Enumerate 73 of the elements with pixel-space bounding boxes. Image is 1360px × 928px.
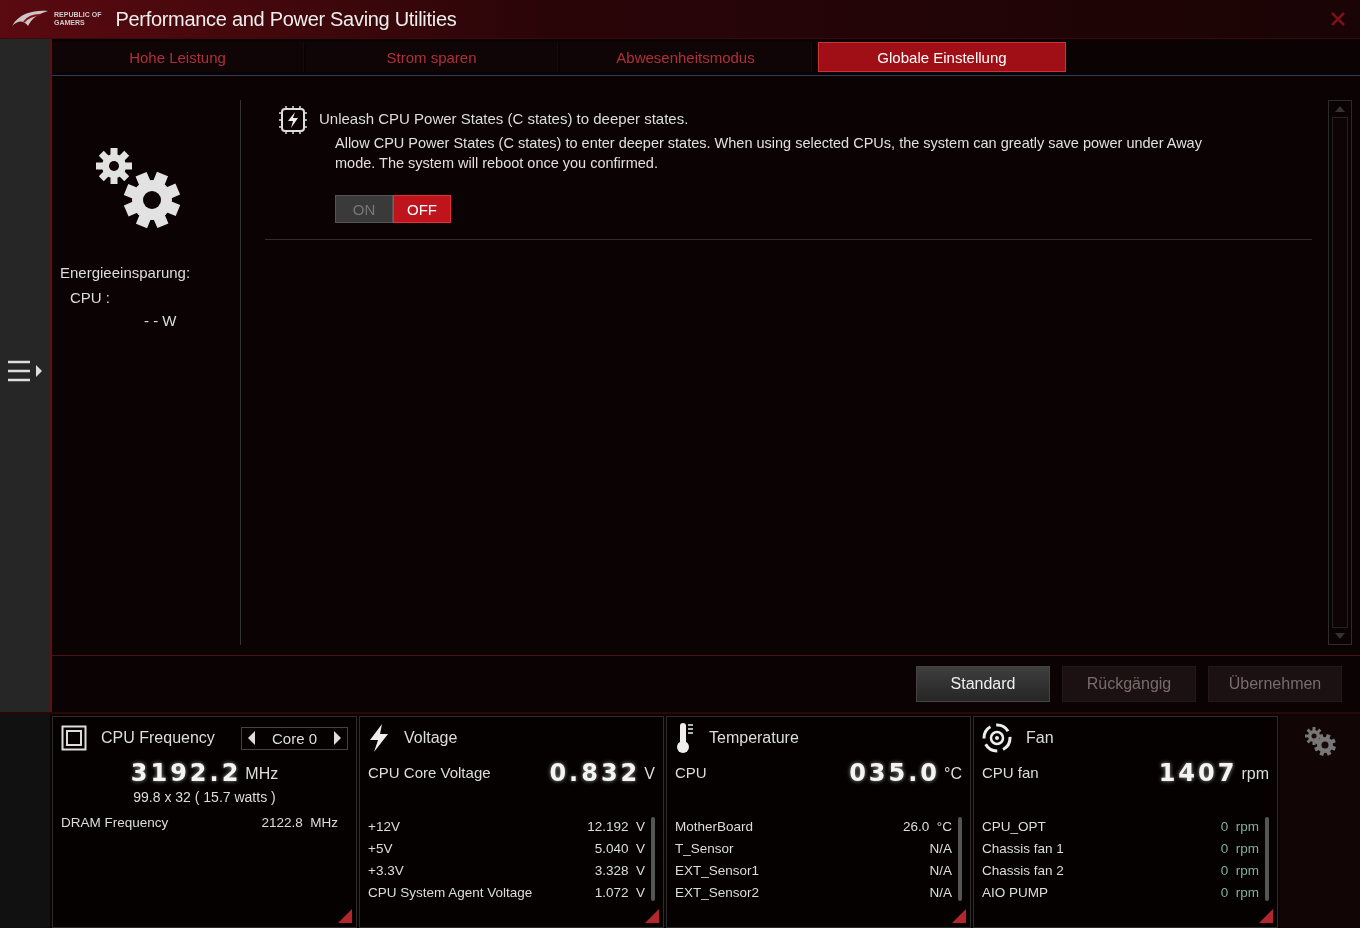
sensor-value: 12.192 V [587,818,645,834]
scrollbar[interactable] [958,817,962,901]
selector-value: Core 0 [271,729,317,747]
expand-corner-icon[interactable] [952,909,966,923]
sensor-value: N/A [929,862,952,878]
sensor-name: Chassis fan 1 [982,840,1064,856]
sensor-value: 1.072 V [594,884,645,900]
tab[interactable]: Hohe Leistung [52,42,304,72]
sensor-name: Chassis fan 2 [982,862,1064,878]
action-button[interactable]: Standard [916,666,1050,702]
expand-corner-icon[interactable] [338,909,352,923]
summary-heading: Energieeinsparung: [60,264,192,281]
reading-unit: rpm [1241,765,1269,783]
sensor-name: CPU_OPT [982,818,1046,834]
sensor-value: N/A [929,840,952,856]
sensor-name: EXT_Sensor2 [675,884,760,900]
sensor-value: 2122.8 MHz [261,814,338,830]
lightning-icon [368,724,390,752]
big-reading: 0.832 [549,759,641,787]
expand-corner-icon[interactable] [1259,909,1273,923]
toggle-option[interactable]: ON [335,195,393,223]
scrollbar[interactable] [651,817,655,901]
previous-arrow-icon[interactable] [247,731,256,745]
sensor-name: EXT_Sensor1 [675,862,760,878]
sensor-name: +3.3V [368,862,404,878]
panel-title: Temperature [709,729,799,747]
big-reading: 035.0 [849,759,941,787]
main-reading-label: CPU fan [982,764,1039,781]
panel-title: CPU Frequency [101,729,215,747]
main-reading-label: CPU Core Voltage [368,764,491,781]
frequency-detail: 99.8 x 32 ( 15.7 watts ) [132,789,277,805]
next-arrow-icon[interactable] [333,731,341,745]
reading-unit: °C [944,765,962,783]
big-reading: 3192.2 [130,759,242,787]
sensor-name: AIO PUMP [982,884,1048,900]
cpu-icon [61,725,87,751]
tab[interactable]: Strom sparen [306,42,558,72]
sensor-name: DRAM Frequency [61,814,169,830]
cpu-label: CPU : [70,289,111,306]
chip-icon [277,104,309,136]
sensor-name: CPU System Agent Voltage [368,884,533,900]
settings-icon[interactable] [1304,726,1336,756]
sensor-value: 0 rpm [1220,884,1259,900]
setting-description: Allow CPU Power States (C states) to enter deeper states. When using selected CPUs, the system can greatly save power under Away mode. The system will reboot once you confirmed. [335,134,1203,173]
reading-unit: V [644,765,655,783]
core-selector[interactable]: Core 0 [240,726,348,750]
sensor-name: +5V [368,840,393,856]
reading-unit: MHz [245,765,279,783]
panel-title: Fan [1026,729,1054,747]
sensor-name: MotherBoard [675,818,754,834]
window-title: Performance and Power Saving Utilities [115,7,458,31]
sensor-value: 0 rpm [1220,840,1259,856]
big-reading: 1407 [1158,759,1238,787]
close-icon[interactable] [1330,11,1346,27]
sensor-value: 26.0 °C [903,818,952,834]
cpu-value: - - W [144,312,178,329]
panel-title: Voltage [404,729,458,747]
expand-corner-icon[interactable] [645,909,659,923]
sensor-value: 0 rpm [1220,818,1259,834]
fan-icon [982,723,1012,753]
tab[interactable]: Globale Einstellung [818,42,1066,72]
sensor-value: 0 rpm [1220,862,1259,878]
thermometer-icon [675,722,695,754]
main-reading-label: CPU [675,764,707,781]
tab[interactable]: Abwesenheitsmodus [560,42,812,72]
sensor-name: +12V [368,818,400,834]
sensor-value: N/A [929,884,952,900]
sensor-name: T_Sensor [675,840,734,856]
scrollbar[interactable] [1265,817,1269,901]
setting-title: Unleash CPU Power States (C states) to deeper states. [319,110,690,127]
sensor-value: 5.040 V [594,840,645,856]
sensor-value: 3.328 V [594,862,645,878]
toggle-option[interactable]: OFF [393,195,451,223]
